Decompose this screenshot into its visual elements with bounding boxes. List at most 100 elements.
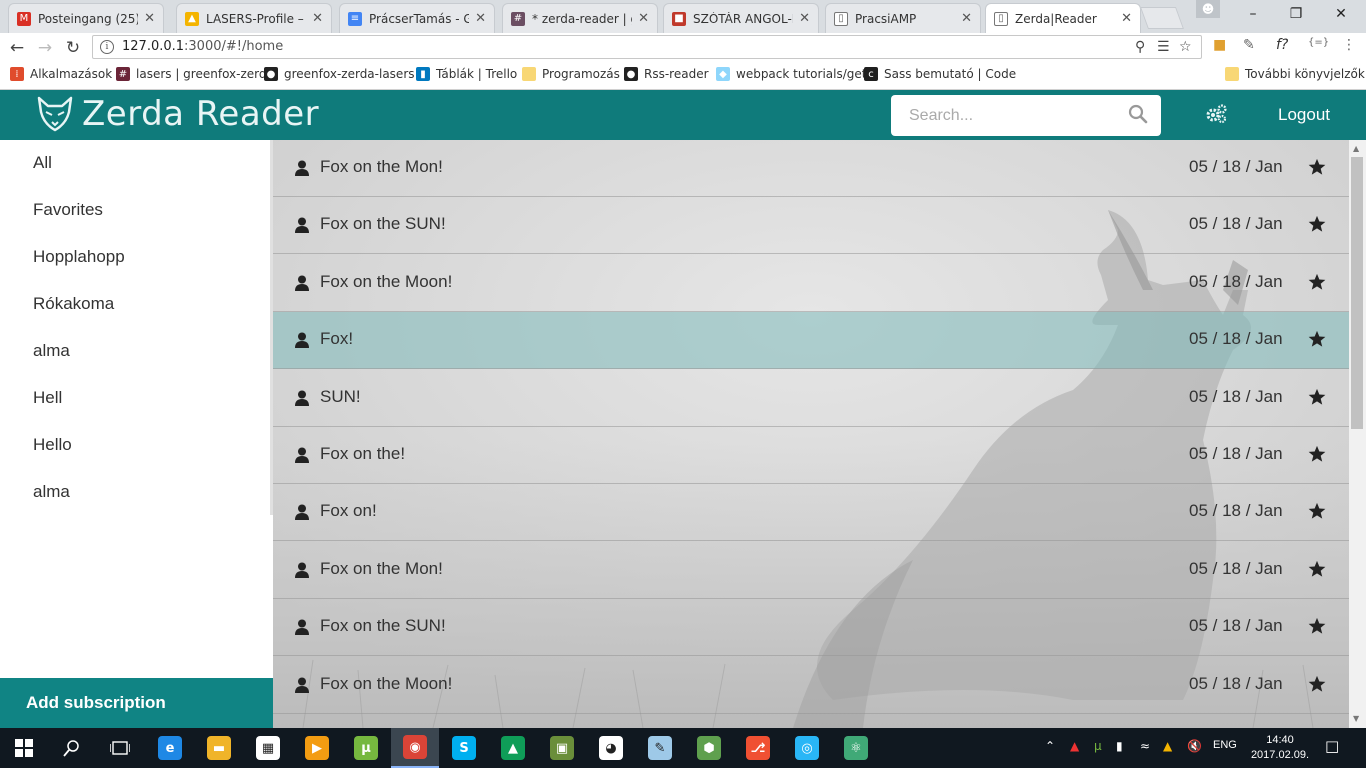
taskbar-app[interactable]: µ — [342, 728, 390, 768]
scroll-thumb[interactable] — [1351, 157, 1363, 429]
feed-item-title[interactable]: Fox on the Moon! — [320, 272, 452, 292]
taskbar-app[interactable]: ▣ — [538, 728, 586, 768]
profile-icon[interactable]: ☻ — [1196, 0, 1220, 18]
browser-tab[interactable]: M Posteingang (25) - ✕ — [8, 3, 164, 33]
site-info-icon[interactable]: i — [100, 40, 114, 54]
feed-row[interactable]: SUN! 05 / 18 / Jan — [273, 370, 1349, 427]
json-icon[interactable]: {=} — [1308, 37, 1329, 48]
bookmark-item[interactable]: ⁞ Alkalmazások — [10, 67, 112, 81]
favorite-star-icon[interactable] — [1308, 388, 1326, 406]
scroll-up-icon[interactable]: ▲ — [1353, 144, 1359, 153]
feed-item-title[interactable]: Fox on the SUN! — [320, 616, 446, 636]
feed-row[interactable]: Fox on the Mon! 05 / 18 / Jan — [273, 542, 1349, 599]
taskbar-app[interactable]: ◎ — [783, 728, 831, 768]
favorite-star-icon[interactable] — [1308, 215, 1326, 233]
bookmark-item[interactable]: # lasers | greenfox-zerd — [116, 67, 267, 81]
close-tab-icon[interactable]: ✕ — [961, 11, 972, 26]
browser-tab[interactable]: # * zerda-reader | gr ✕ — [502, 3, 658, 33]
add-subscription-button[interactable]: Add subscription — [0, 678, 273, 728]
bookmark-item[interactable]: Programozás — [522, 67, 620, 81]
browser-tab[interactable]: ■ SZÓTÁR ANGOL-M ✕ — [663, 3, 819, 33]
close-window-icon[interactable]: ✕ — [1318, 0, 1364, 28]
taskbar-app[interactable]: ◉ — [391, 728, 439, 768]
browser-tab[interactable]: ▯ PracsiAMP ✕ — [825, 3, 981, 33]
feed-item-title[interactable]: Fox on the SUN! — [320, 214, 446, 234]
close-tab-icon[interactable]: ✕ — [312, 11, 323, 26]
taskbar-app[interactable]: ⬢ — [685, 728, 733, 768]
taskbar-app[interactable]: ▶ — [293, 728, 341, 768]
system-clock[interactable]: 14:40 2017.02.09. — [1250, 733, 1310, 763]
taskbar-app[interactable]: S — [440, 728, 488, 768]
feed-item-title[interactable]: SUN! — [320, 387, 361, 407]
zoom-icon[interactable]: ⚲ — [1135, 39, 1145, 55]
taskbar-app[interactable]: ⎇ — [734, 728, 782, 768]
search-icon[interactable] — [1128, 104, 1148, 124]
back-icon[interactable]: ← — [6, 37, 28, 59]
bookmark-item[interactable]: ◆ webpack tutorials/get — [716, 67, 866, 81]
feed-item-title[interactable]: Fox on the! — [320, 444, 405, 464]
forward-icon[interactable]: → — [34, 37, 56, 59]
sidebar-item[interactable]: Rókakoma — [33, 294, 114, 314]
address-bar[interactable]: i 127.0.0.1:3000/#!/home ⚲ ☰ ☆ — [92, 35, 1202, 59]
favorite-star-icon[interactable] — [1308, 330, 1326, 348]
drive-tray-icon[interactable]: ▲ — [1163, 739, 1172, 753]
acrobat-tray-icon[interactable]: ▲ — [1070, 739, 1079, 753]
feed-scrollbar[interactable]: ▲ ▼ — [1349, 140, 1366, 728]
eyedropper-icon[interactable]: ✎ — [1243, 37, 1255, 53]
sidebar-item[interactable]: Hopplahopp — [33, 247, 125, 267]
favorite-star-icon[interactable] — [1308, 445, 1326, 463]
feed-row[interactable]: Fox on the Moon! 05 / 18 / Jan — [273, 255, 1349, 312]
close-tab-icon[interactable]: ✕ — [475, 11, 486, 26]
close-tab-icon[interactable]: ✕ — [799, 11, 810, 26]
other-bookmarks[interactable]: További könyvjelzők — [1225, 67, 1365, 81]
favorite-star-icon[interactable] — [1308, 502, 1326, 520]
start-button[interactable] — [0, 728, 48, 768]
feed-row[interactable]: Fox! 05 / 18 / Jan — [273, 312, 1349, 370]
feed-row[interactable]: Fox on the SUN! 05 / 18 / Jan — [273, 197, 1349, 255]
maximize-icon[interactable]: ❐ — [1273, 0, 1319, 28]
feed-item-title[interactable]: Fox on the Mon! — [320, 559, 443, 579]
bookmark-item[interactable]: ▮ Táblák | Trello — [416, 67, 517, 81]
menu-icon[interactable]: ⋮ — [1342, 37, 1356, 53]
taskbar-app[interactable]: ▲ — [489, 728, 537, 768]
browser-tab[interactable]: ≡ PrácserTamás - Go ✕ — [339, 3, 495, 33]
language-indicator[interactable]: ENG — [1213, 739, 1237, 751]
favorite-star-icon[interactable] — [1308, 273, 1326, 291]
search-icon[interactable] — [48, 728, 96, 768]
favorite-star-icon[interactable] — [1308, 675, 1326, 693]
reload-icon[interactable]: ↻ — [62, 37, 84, 59]
sidebar-item[interactable]: Hello — [33, 435, 72, 455]
sidebar-item[interactable]: Hell — [33, 388, 62, 408]
taskbar-app[interactable]: ✎ — [636, 728, 684, 768]
battery-icon[interactable]: ▮ — [1116, 739, 1123, 753]
feed-row[interactable]: Fox on the SUN! 05 / 18 / Jan — [273, 599, 1349, 657]
extension-icon[interactable]: ■ — [1213, 37, 1226, 53]
tray-overflow-icon[interactable]: ⌃ — [1045, 739, 1055, 753]
browser-tab[interactable]: ▯ Zerda|Reader ✕ — [985, 3, 1141, 33]
scroll-down-icon[interactable]: ▼ — [1353, 714, 1359, 723]
notifications-icon[interactable]: □ — [1325, 737, 1339, 755]
volume-muted-icon[interactable]: 🔇 — [1187, 739, 1202, 753]
close-tab-icon[interactable]: ✕ — [144, 11, 155, 26]
app-logo-text[interactable]: Zerda Reader — [82, 94, 319, 134]
feed-item-title[interactable]: Fox on! — [320, 501, 377, 521]
bookmark-item[interactable]: ● Rss-reader — [624, 67, 709, 81]
feed-item-title[interactable]: Fox on the Mon! — [320, 157, 443, 177]
task-view-icon[interactable] — [96, 728, 144, 768]
bookmark-item[interactable]: ● greenfox-zerda-lasers — [264, 67, 415, 81]
feed-row[interactable]: Fox on! 05 / 18 / Jan — [273, 484, 1349, 542]
feed-row[interactable]: Fox on the Mon! 05 / 18 / Jan — [273, 140, 1349, 197]
close-tab-icon[interactable]: ✕ — [1121, 11, 1132, 26]
feed-row[interactable]: Fox on the! 05 / 18 / Jan — [273, 427, 1349, 484]
feed-item-title[interactable]: Fox! — [320, 329, 353, 349]
taskbar-app[interactable]: ◕ — [587, 728, 635, 768]
sidebar-item[interactable]: Favorites — [33, 200, 103, 220]
favorite-star-icon[interactable] — [1308, 617, 1326, 635]
favorite-star-icon[interactable] — [1308, 560, 1326, 578]
new-tab-button[interactable] — [1139, 7, 1185, 29]
logout-button[interactable]: Logout — [1278, 105, 1330, 125]
taskbar-app[interactable]: e — [146, 728, 194, 768]
formula-icon[interactable]: f? — [1276, 37, 1288, 53]
feed-item-title[interactable]: Fox on the Moon! — [320, 674, 452, 694]
sidebar-item[interactable]: alma — [33, 482, 70, 502]
